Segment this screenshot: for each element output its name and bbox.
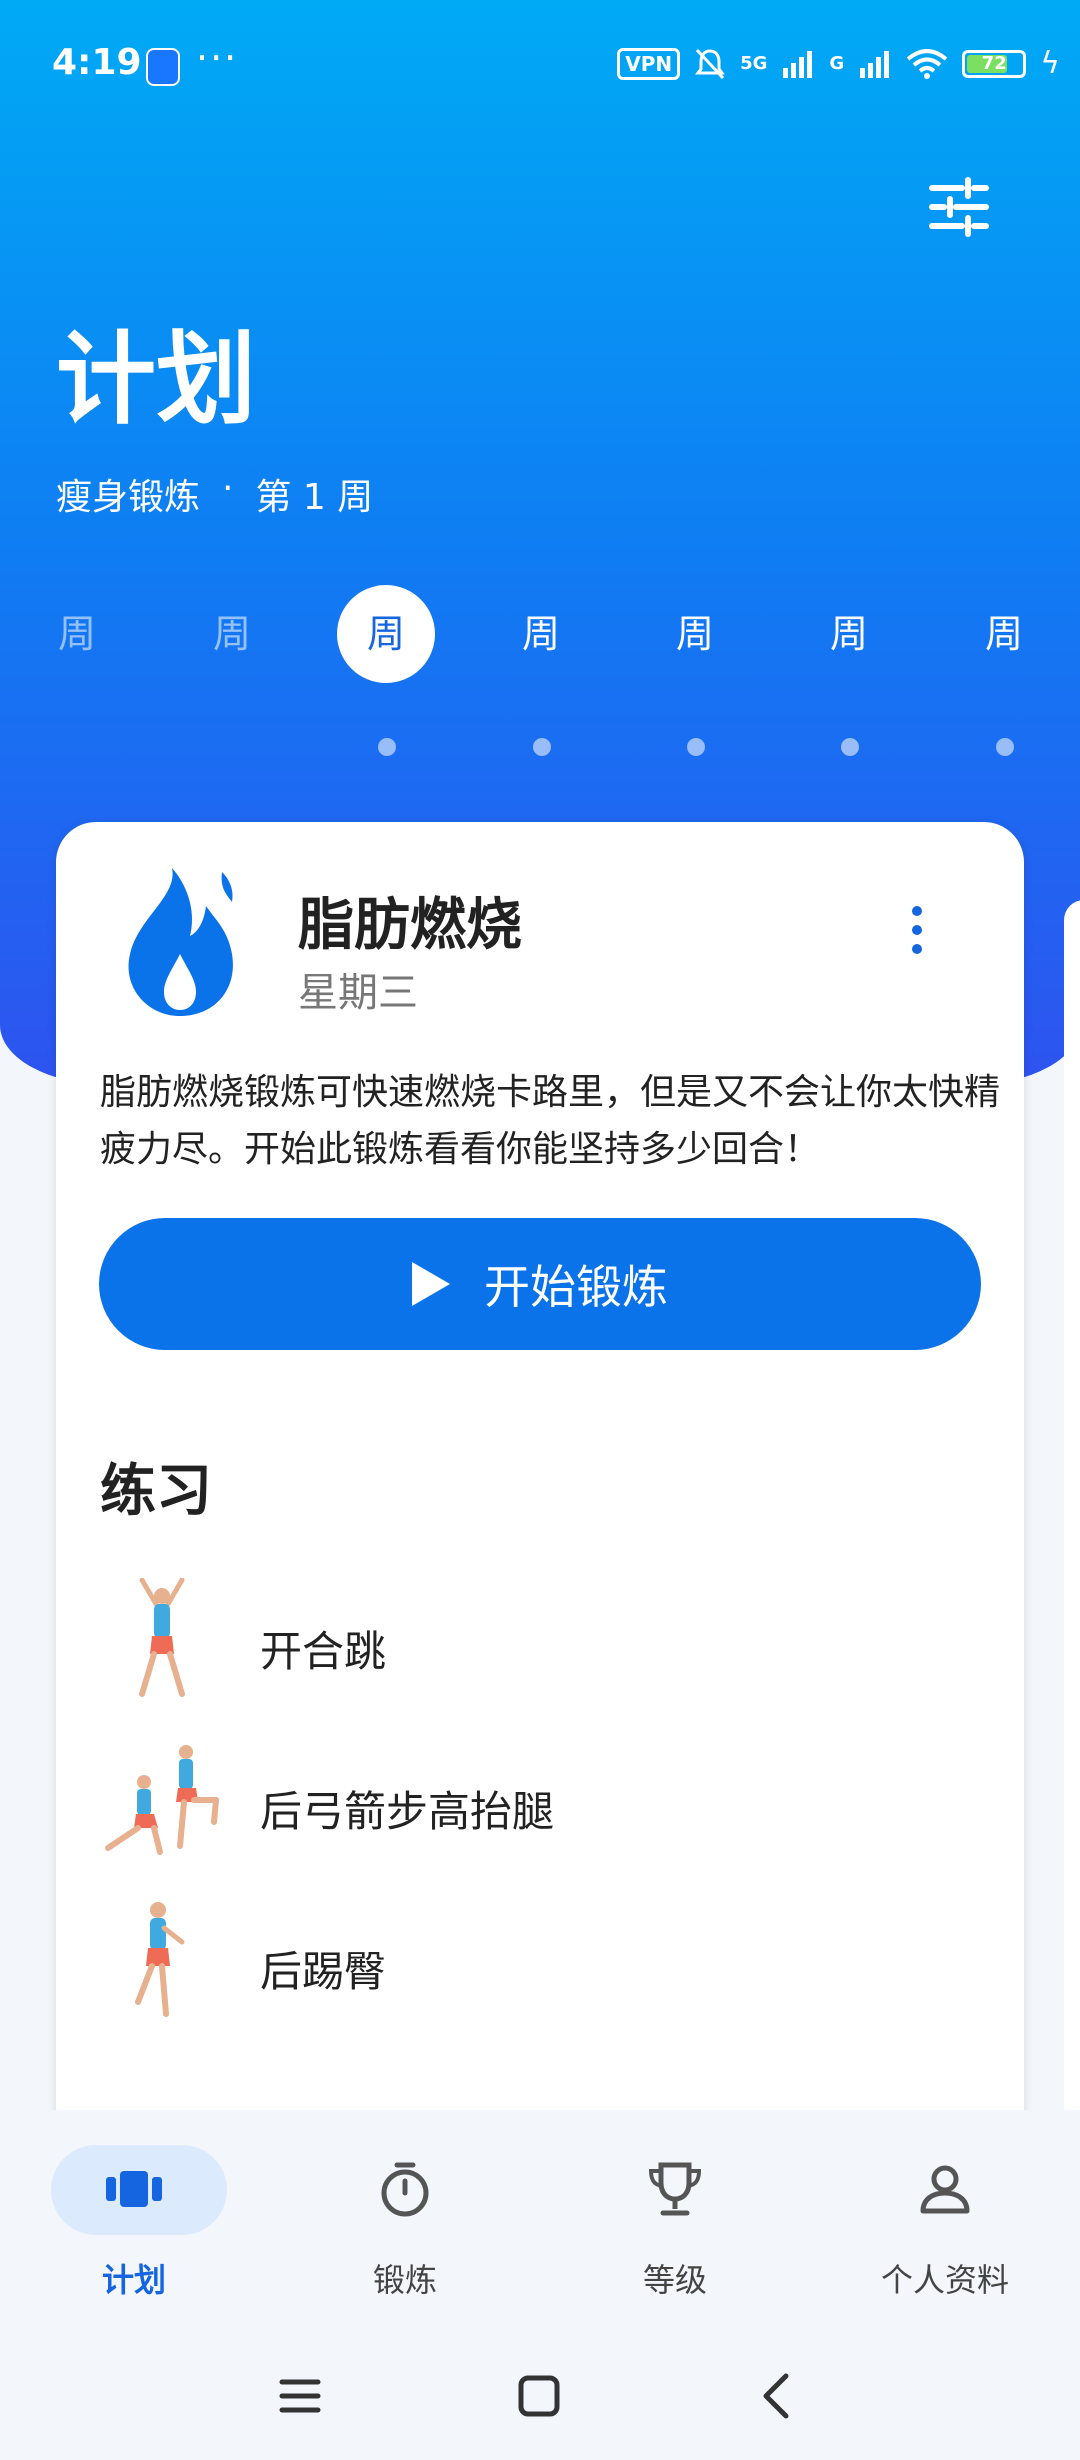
exercise-name: 后弓箭步高抬腿 [260,1787,555,1836]
charging-bolt-icon: ϟ [1040,46,1060,81]
nav-plan-label: 计划 [101,2261,166,2299]
plan-subtitle: 瘦身锻炼 · 第 1 周 [56,468,373,520]
butt-kick-figure-icon [135,1902,185,2017]
week-day-5[interactable]: 周 [646,585,744,683]
week-day-3-dot [378,738,396,756]
week-day-1[interactable]: 周 [28,585,126,683]
start-workout-label: 开始锻炼 [484,1260,668,1314]
week-day-2[interactable]: 周 [183,585,281,683]
start-workout-button[interactable]: 开始锻炼 [99,1218,981,1350]
workout-day: 星期三 [298,970,418,1016]
nav-plan[interactable]: 计划 [24,2145,244,2299]
plan-icon [106,2171,162,2207]
week-day-7[interactable]: 周 [955,585,1053,683]
workout-title: 脂肪燃烧 [298,893,522,958]
battery-level: 72 [981,52,1007,74]
muted-bell-icon [695,48,726,79]
flame-icon [128,868,233,1016]
more-options-icon[interactable] [904,906,930,966]
nav-profile[interactable]: 个人资料 [835,2145,1055,2299]
nav-profile-label: 个人资料 [880,2261,1009,2299]
back-chevron-icon[interactable] [748,2366,808,2426]
exercise-item[interactable]: 开合跳 [100,1578,980,1708]
exercise-name: 开合跳 [260,1627,387,1676]
status-time: 4:19 [52,42,142,83]
week-day-6-dot [841,738,859,756]
workout-card: 脂肪燃烧 星期三 脂肪燃烧锻炼可快速燃烧卡路里，但是又不会让你太快精疲力尽。开始… [56,822,1024,2222]
next-card-peek[interactable] [1064,900,1080,2220]
nav-workout-label: 锻炼 [372,2261,437,2299]
exercises-heading: 练习 [100,1459,212,1524]
exercise-item[interactable]: 后弓箭步高抬腿 [100,1738,980,1868]
week-day-4-dot [533,738,551,756]
cell-signal-icon-2 [860,50,890,78]
battery-icon: 72 [962,49,1027,78]
workout-description: 脂肪燃烧锻炼可快速燃烧卡路里，但是又不会让你太快精疲力尽。开始此锻炼看看你能坚持… [100,1072,1001,1170]
week-day-6[interactable]: 周 [800,585,898,683]
week-number: 第 1 周 [255,477,374,518]
nav-levels[interactable]: 等级 [565,2145,785,2299]
week-day-3[interactable]: 周 [337,585,435,683]
nav-levels-label: 等级 [642,2261,707,2299]
week-day-5-dot [687,738,705,756]
lunge-knee-raise-figure-icon [105,1745,219,1855]
cell-signal-icon [783,50,813,78]
wifi-icon [906,48,948,79]
security-shield-icon [146,48,180,86]
trophy-icon [648,2162,702,2216]
week-day-4[interactable]: 周 [492,585,590,683]
home-square-icon[interactable] [509,2366,569,2426]
nav-workout[interactable]: 锻炼 [295,2145,515,2299]
page-title: 计划 [56,321,256,438]
profile-icon [920,2165,970,2214]
status-bar: 4:19 ··· VPN 5G G 72 ϟ [0,0,1080,135]
signal-g-icon: G [829,53,845,74]
stopwatch-icon [381,2162,429,2217]
exercise-name: 后踢臀 [260,1947,387,1996]
plan-name: 瘦身锻炼 [56,477,201,518]
menu-icon[interactable] [270,2366,330,2426]
exercise-item[interactable]: 后踢臀 [100,1898,980,2028]
vpn-badge: VPN [617,47,681,80]
filter-sliders-icon[interactable] [924,172,994,242]
week-day-7-dot [996,738,1014,756]
jumping-jack-figure-icon [139,1578,185,1697]
play-icon [412,1262,450,1306]
signal-5g-icon: 5G [740,53,768,74]
subtitle-separator: · [222,468,234,509]
status-more: ··· [196,36,239,80]
